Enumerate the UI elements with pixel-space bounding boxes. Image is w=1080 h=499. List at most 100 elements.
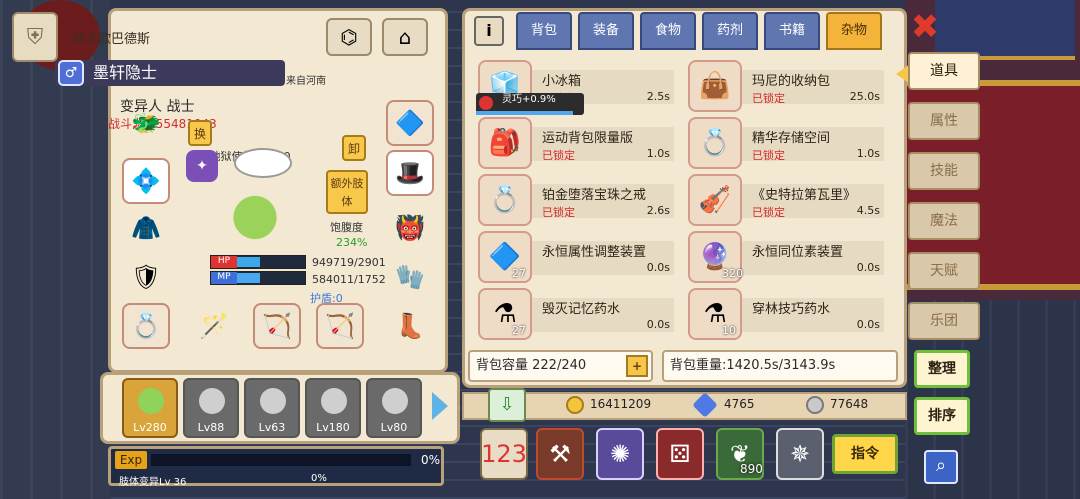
tab-2[interactable]: 食物: [640, 12, 696, 50]
item-count: 10: [722, 324, 736, 337]
male-icon: ♂: [58, 60, 84, 86]
inventory-item[interactable]: ⚗ 穿林技巧药水 0.0s 10: [688, 288, 884, 340]
side-menu-item[interactable]: 魔法: [908, 202, 980, 240]
party-member[interactable]: Lv88: [183, 378, 239, 438]
dragon-helmet-slot[interactable]: 🐲: [122, 100, 170, 146]
expand-capacity-button[interactable]: +: [626, 355, 648, 377]
number-sort-icon[interactable]: 123: [480, 428, 528, 480]
hanger-icon[interactable]: ⌂: [382, 18, 428, 56]
hp-value: 949719/2901: [312, 256, 386, 269]
command-button[interactable]: 指令: [832, 434, 898, 474]
side-menu-item[interactable]: 属性: [908, 102, 980, 140]
close-icon[interactable]: ✖: [908, 10, 942, 46]
glove-slot[interactable]: 🧤: [386, 254, 434, 300]
tidy-button[interactable]: 整理: [914, 350, 970, 388]
portal-icon[interactable]: ⌬: [326, 18, 372, 56]
item-name: 铂金堕落宝珠之戒: [542, 188, 647, 203]
exp-label: Exp: [115, 451, 147, 469]
item-name: 毁灭记忆药水: [542, 302, 621, 317]
item-name: 运动背包限量版: [542, 131, 634, 146]
inventory-item[interactable]: 🎻 《史特拉第瓦里》 已锁定 4.5s: [688, 174, 884, 226]
party-member[interactable]: Lv280: [122, 378, 178, 438]
forge-icon[interactable]: ⚒: [536, 428, 584, 480]
party-member-level: Lv180: [316, 421, 350, 434]
item-time: 0.0s: [856, 261, 880, 274]
ring-slot[interactable]: 💍: [122, 303, 170, 349]
tab-5[interactable]: 杂物: [826, 12, 882, 50]
inventory-item[interactable]: 👜 玛尼的收纳包 已锁定 25.0s: [688, 60, 884, 112]
buff-bar: 灵巧+0.9%: [476, 93, 584, 115]
item-name: 精华存储空间: [752, 131, 831, 146]
buff-text: 灵巧+0.9%: [502, 94, 556, 105]
download-icon[interactable]: ⇩: [488, 388, 526, 422]
side-menu-item[interactable]: 天赋: [908, 252, 980, 290]
item-time: 4.5s: [856, 204, 880, 217]
item-name: 永恒同位素装置: [752, 245, 844, 260]
storage-bag-icon: 👜: [688, 60, 742, 112]
compass-icon[interactable]: ✵: [776, 428, 824, 480]
ring-icon: 💍: [478, 174, 532, 226]
inventory-item[interactable]: 💍 精华存储空间 已锁定 1.0s: [688, 117, 884, 169]
party-avatar: [138, 388, 164, 414]
extra-limb-button[interactable]: 额外肢体: [326, 170, 368, 214]
backpack-icon: 🎒: [478, 117, 532, 169]
staff-slot[interactable]: 🪄: [190, 303, 238, 349]
party-member[interactable]: Lv63: [244, 378, 300, 438]
hp-label: HP: [211, 256, 237, 268]
inventory-item[interactable]: 🔷 永恒属性调整装置 0.0s 27: [478, 231, 674, 283]
buff-progress: [476, 111, 574, 115]
side-menu-item[interactable]: 乐团: [908, 302, 980, 340]
amulet-slot[interactable]: 🔷: [386, 100, 434, 146]
tab-4[interactable]: 书籍: [764, 12, 820, 50]
party-avatar: [321, 388, 347, 414]
bow-slot[interactable]: 🏹: [316, 303, 364, 349]
hp-bar: HP: [210, 255, 306, 269]
swap-button[interactable]: 换: [188, 120, 212, 146]
item-name: 玛尼的收纳包: [752, 74, 831, 89]
boots-slot[interactable]: 👢: [386, 303, 434, 349]
party-member[interactable]: Lv180: [305, 378, 361, 438]
item-time: 0.0s: [646, 261, 670, 274]
tab-3[interactable]: 药剂: [702, 12, 758, 50]
armor-slot[interactable]: 🛡: [122, 254, 170, 300]
necklace-slot[interactable]: 💠: [122, 158, 170, 204]
tab-1[interactable]: 装备: [578, 12, 634, 50]
search-icon[interactable]: ⌕: [924, 450, 958, 484]
unequip-button[interactable]: 卸: [342, 135, 366, 161]
tab-0[interactable]: 背包: [516, 12, 572, 50]
item-time: 0.0s: [646, 318, 670, 331]
mask-slot[interactable]: 👹: [386, 205, 434, 251]
inventory-item[interactable]: 💍 铂金堕落宝珠之戒 已锁定 2.6s: [478, 174, 674, 226]
inventory-item[interactable]: ⚗ 毁灭记忆药水 0.0s 27: [478, 288, 674, 340]
silver-value: 77648: [830, 397, 869, 411]
item-time: 0.0s: [856, 318, 880, 331]
side-menu-item[interactable]: 道具: [908, 52, 980, 90]
exp-bar: [151, 454, 411, 466]
item-lock-status: 已锁定: [542, 206, 575, 219]
sort-button[interactable]: 排序: [914, 397, 970, 435]
cape-slot[interactable]: 🧥: [122, 205, 170, 251]
party-member[interactable]: Lv80: [366, 378, 422, 438]
item-lock-status: 已锁定: [752, 149, 785, 162]
item-time: 1.0s: [856, 147, 880, 160]
magic-circle-icon[interactable]: ✺: [596, 428, 644, 480]
item-time: 1.0s: [646, 147, 670, 160]
character-name: 墨轩隐士: [55, 60, 285, 86]
tattoo-icon[interactable]: ✦: [186, 150, 218, 182]
dice-icon[interactable]: ⚄: [656, 428, 704, 480]
satiety-label: 饱腹度: [330, 221, 363, 234]
inventory-item[interactable]: 🎒 运动背包限量版 已锁定 1.0s: [478, 117, 674, 169]
side-menu-item[interactable]: 技能: [908, 152, 980, 190]
item-lock-status: 已锁定: [752, 206, 785, 219]
item-name: 《史特拉第瓦里》: [752, 188, 857, 203]
hat-slot[interactable]: 🎩: [386, 150, 434, 196]
party-member-level: Lv80: [380, 421, 408, 434]
item-count: 27: [512, 267, 526, 280]
origin-text: 来自河南: [286, 76, 326, 87]
diamond-value: 4765: [724, 397, 755, 411]
inventory-item[interactable]: 🔮 永恒同位素装置 0.0s 320: [688, 231, 884, 283]
crossbow-slot[interactable]: 🏹: [253, 303, 301, 349]
guild-crest-icon[interactable]: ⛨: [12, 12, 58, 62]
limb-level-text: 肢体变异Lv 36: [119, 477, 187, 488]
info-icon[interactable]: i: [474, 16, 504, 46]
